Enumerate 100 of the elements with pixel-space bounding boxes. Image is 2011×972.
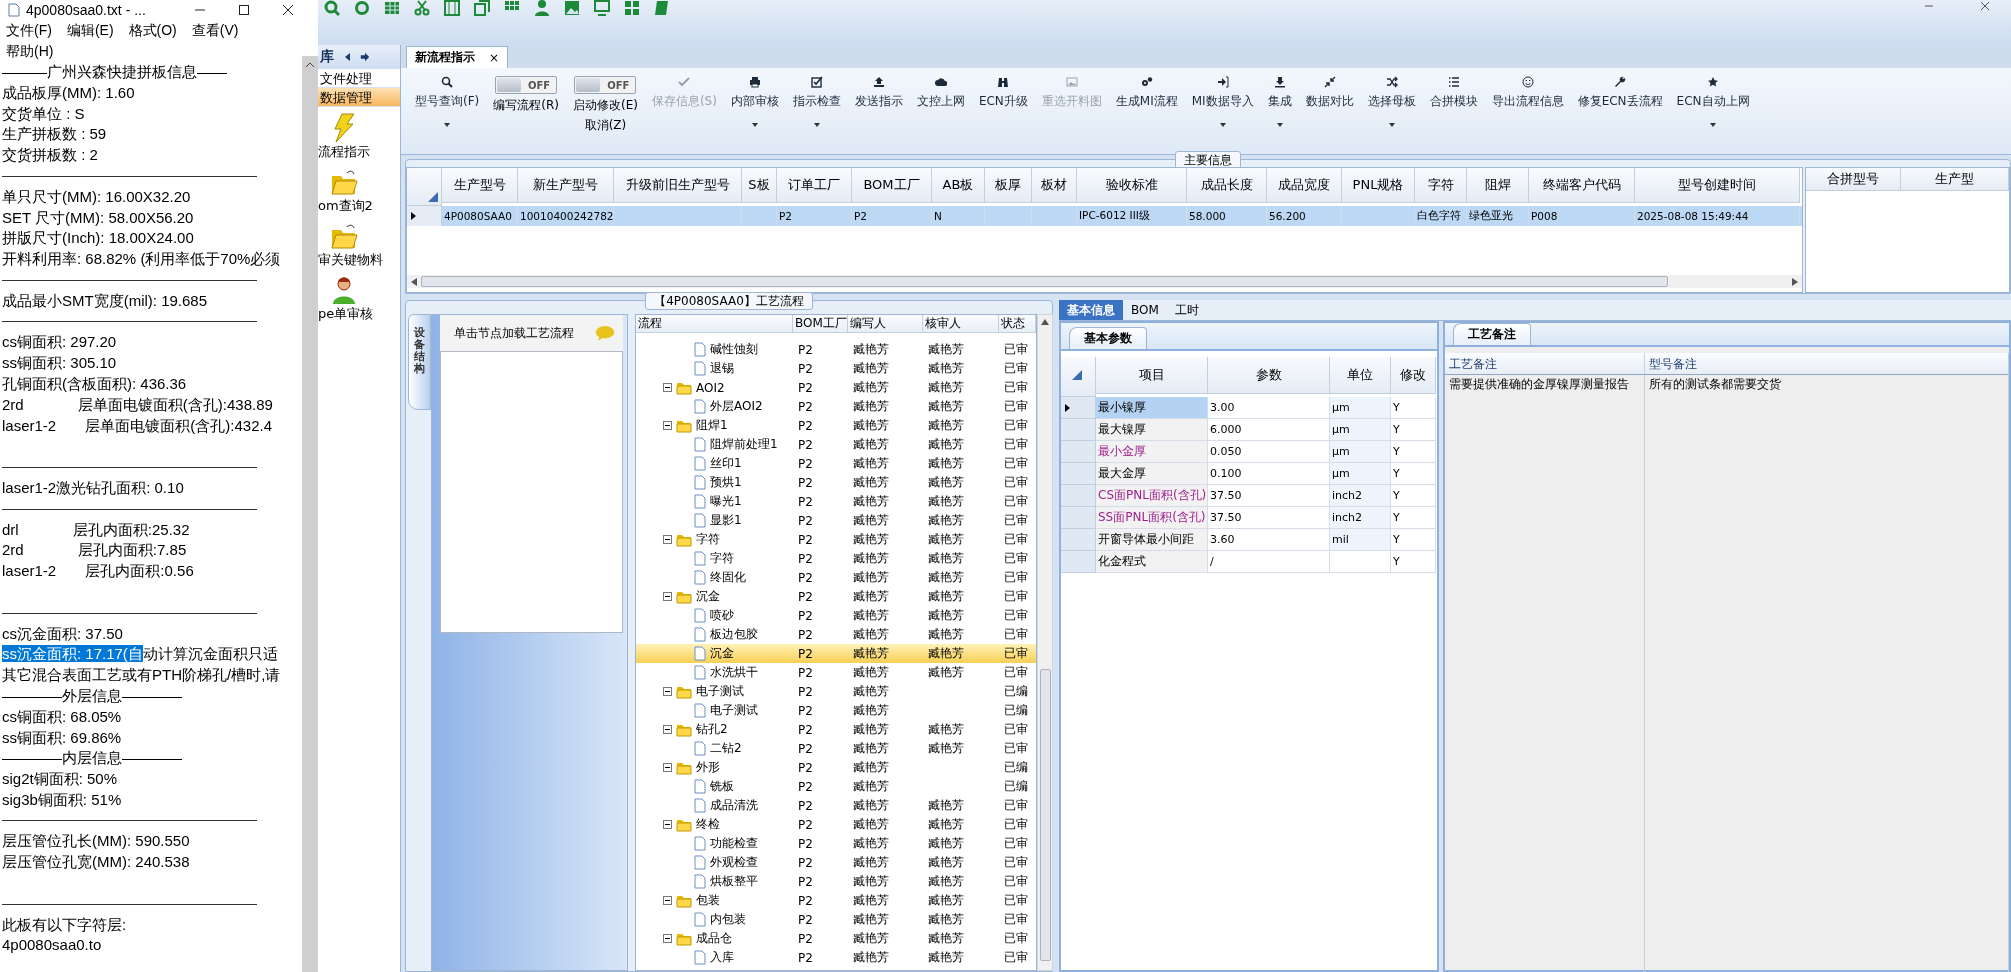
column-header[interactable]: 成品长度	[1187, 168, 1267, 203]
column-header[interactable]: 编写人	[848, 315, 923, 333]
tree-row[interactable]: 电子测试 P2 臧艳芳 已编	[636, 701, 1036, 720]
scissors-icon[interactable]	[414, 0, 430, 16]
tree-row[interactable]: 终检 P2 臧艳芳 臧艳芳 已审	[636, 815, 1036, 834]
column-header[interactable]: 升级前旧生产型号	[614, 168, 742, 203]
tab[interactable]: 基本信息	[1059, 300, 1123, 320]
scroll-right-icon[interactable]	[1792, 277, 1798, 286]
toggle-switch[interactable]: OFF	[574, 76, 637, 94]
column-header[interactable]: 成品宽度	[1267, 168, 1342, 203]
ribbon-button[interactable]: 选择母板	[1363, 74, 1420, 129]
person-icon[interactable]	[330, 275, 358, 305]
tree-label[interactable]: 碱性蚀刻	[710, 341, 758, 358]
collapse-icon[interactable]	[663, 763, 672, 772]
tree-row[interactable]: 板边包胶 P2 臧艳芳 臧艳芳 已审	[636, 625, 1036, 644]
column-header[interactable]: 参数	[1208, 357, 1330, 394]
collapse-icon[interactable]	[663, 383, 672, 392]
ribbon-button[interactable]: 指示检查	[788, 74, 845, 129]
tree-row[interactable]: 字符 P2 臧艳芳 臧艳芳 已审	[636, 530, 1036, 549]
tree-row[interactable]: 铣板 P2 臧艳芳 已编	[636, 777, 1036, 796]
sidebar-item[interactable]: 数据管理	[318, 88, 400, 107]
tab[interactable]: 工艺备注	[1453, 323, 1531, 345]
windows-icon[interactable]	[624, 0, 640, 16]
column-header[interactable]: 生产型	[1901, 168, 2009, 191]
tool-label[interactable]: 审关键物料	[318, 251, 383, 269]
tree-label[interactable]: 铣板	[710, 778, 734, 795]
tree-row[interactable]: 显影1 P2 臧艳芳 臧艳芳 已审	[636, 511, 1036, 530]
vertical-tab[interactable]: 设备结构	[408, 314, 431, 410]
copy-icon[interactable]	[474, 0, 490, 16]
toggle-switch[interactable]: OFF	[495, 76, 558, 94]
tree-row[interactable]: 外形 P2 臧艳芳 已编	[636, 758, 1036, 777]
tree-label[interactable]: 显影1	[710, 512, 742, 529]
ribbon-button[interactable]: ECN自动上网	[1672, 74, 1754, 129]
tab[interactable]: 工时	[1166, 300, 1207, 320]
document-tab[interactable]: 新流程指示 ×	[406, 46, 509, 68]
column-header[interactable]: 订单工厂	[777, 168, 852, 203]
tree-label[interactable]: 阻焊前处理1	[710, 436, 778, 453]
row-header[interactable]	[1061, 397, 1096, 419]
column-header[interactable]: 生产型号	[442, 168, 518, 203]
tree-label[interactable]: 功能检查	[710, 835, 758, 852]
column-header[interactable]: 验收标准	[1077, 168, 1187, 203]
collapse-icon[interactable]	[663, 592, 672, 601]
tool-label[interactable]: om查询2	[318, 197, 373, 215]
column-header[interactable]: 新生产型号	[518, 168, 614, 203]
ribbon-button[interactable]: MI数据导入	[1187, 74, 1258, 129]
tree-label[interactable]: AOI2	[696, 380, 725, 395]
tree-row[interactable]: 字符 P2 臧艳芳 臧艳芳 已审	[636, 549, 1036, 568]
ribbon-button[interactable]: 型号查询(F)	[411, 74, 484, 129]
column-header[interactable]: 终端客户代码	[1529, 168, 1635, 203]
ribbon-button[interactable]: 集成	[1263, 74, 1296, 129]
tree-label[interactable]: 外形	[696, 759, 720, 776]
scroll-left-icon[interactable]	[411, 277, 417, 286]
column-header[interactable]: 合拼型号	[1806, 168, 1901, 191]
menu-item[interactable]: 查看(V)	[185, 20, 248, 41]
collapse-icon[interactable]	[663, 535, 672, 544]
collapse-icon[interactable]	[663, 934, 672, 943]
column-header[interactable]: BOM工厂	[793, 315, 848, 333]
tree-label[interactable]: 终固化	[710, 569, 746, 586]
close-icon[interactable]	[1979, 0, 1991, 12]
tree-label[interactable]: 电子测试	[696, 683, 744, 700]
pin-icon[interactable]	[360, 52, 370, 62]
ribbon-button[interactable]: 生成MI流程	[1111, 74, 1182, 112]
tree-label[interactable]: 内包装	[710, 911, 746, 928]
tree-label[interactable]: 阻焊1	[696, 417, 728, 434]
tree-row[interactable]: 电子测试 P2 臧艳芳 已编	[636, 682, 1036, 701]
tree-label[interactable]: 钻孔2	[696, 721, 728, 738]
tree-row[interactable]: 二钻2 P2 臧艳芳 臧艳芳 已审	[636, 739, 1036, 758]
tree-row[interactable]: 阻焊1 P2 臧艳芳 臧艳芳 已审	[636, 416, 1036, 435]
tree-row[interactable]: 阻焊前处理1 P2 臧艳芳 臧艳芳 已审	[636, 435, 1036, 454]
tree-label[interactable]: 成品清洗	[710, 797, 758, 814]
column-header[interactable]: 修改	[1391, 357, 1436, 394]
ribbon-button[interactable]: 文控上网	[912, 74, 969, 112]
column-header[interactable]: PNL规格	[1342, 168, 1415, 203]
tree-row[interactable]: 沉金 P2 臧艳芳 臧艳芳 已审	[636, 587, 1036, 606]
tree-label[interactable]: 外观检查	[710, 854, 758, 871]
tree-row[interactable]: 钻孔2 P2 臧艳芳 臧艳芳 已审	[636, 720, 1036, 739]
tree-row[interactable]: 终固化 P2 臧艳芳 臧艳芳 已审	[636, 568, 1036, 587]
column-header[interactable]: 项目	[1096, 357, 1208, 394]
collapse-icon[interactable]	[663, 687, 672, 696]
tree-row[interactable]: 碱性蚀刻 P2 臧艳芳 臧艳芳 已审	[636, 340, 1036, 359]
tree-row[interactable]: 包装 P2 臧艳芳 臧艳芳 已审	[636, 891, 1036, 910]
column-header[interactable]: 核审人	[923, 315, 999, 333]
monitor-icon[interactable]	[594, 0, 610, 16]
collapse-icon[interactable]	[663, 820, 672, 829]
tree-label[interactable]: 烘板整平	[710, 873, 758, 890]
tree-row[interactable]: 沉金 P2 臧艳芳 臧艳芳 已审	[636, 644, 1036, 663]
tree-row[interactable]: 退锡 P2 臧艳芳 臧艳芳 已审	[636, 359, 1036, 378]
tree-row[interactable]: 水洗烘干 P2 臧艳芳 臧艳芳 已审	[636, 663, 1036, 682]
tree-row[interactable]: 功能检查 P2 臧艳芳 臧艳芳 已审	[636, 834, 1036, 853]
tree-label[interactable]: 水洗烘干	[710, 664, 758, 681]
menu-item[interactable]: 编辑(E)	[60, 20, 123, 41]
tree-row[interactable]: 曝光1 P2 臧艳芳 臧艳芳 已审	[636, 492, 1036, 511]
column-header[interactable]: 流程	[636, 315, 793, 333]
maximize-icon[interactable]	[238, 4, 250, 16]
collapse-icon[interactable]	[663, 725, 672, 734]
ribbon-button[interactable]: 数据对比	[1301, 74, 1358, 112]
tree-label[interactable]: 终检	[696, 816, 720, 833]
ribbon-button[interactable]: 修复ECN丢流程	[1573, 74, 1667, 112]
tree-label[interactable]: 二钻2	[710, 740, 742, 757]
table-row[interactable]: 4P0080SAA0 10010400242782 P2 P2 N IPC-6012 III级 58.000 56.200 白色字符 绿色亚光 P008 2025-08-08 15:49:44	[407, 206, 1802, 226]
